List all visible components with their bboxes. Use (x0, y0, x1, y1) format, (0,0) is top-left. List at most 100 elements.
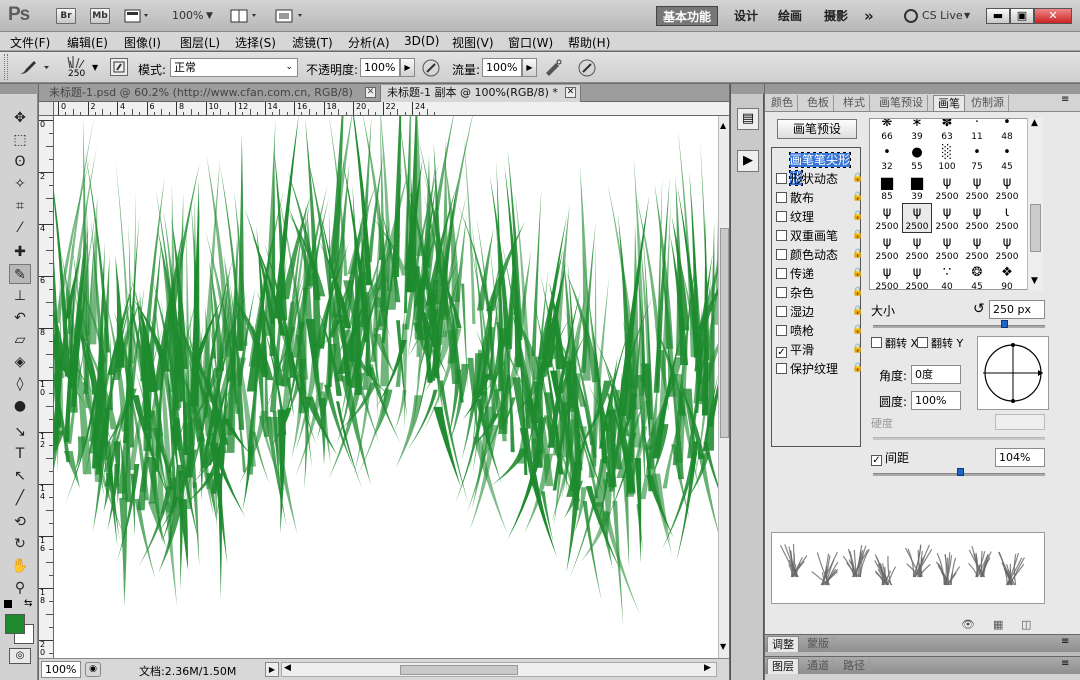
brush-option-2[interactable]: 散布 🔒 (776, 189, 863, 207)
tab-color[interactable]: 颜色 (767, 95, 798, 111)
crop-tool-icon[interactable]: ⌗ (9, 196, 31, 216)
brush-tip-preset[interactable]: ψ 2500 (902, 233, 932, 263)
grip-handle[interactable] (4, 54, 8, 80)
lock-icon[interactable]: 🔒 (852, 249, 863, 260)
pressure-size-button[interactable] (576, 57, 598, 79)
brush-option-11[interactable]: 保护纹理 🔒 (776, 360, 863, 378)
scroll-down-icon[interactable]: ▼ (720, 642, 726, 651)
option-checkbox[interactable] (776, 306, 787, 317)
brush-grid-scrollbar[interactable]: ▲ ▼ (1027, 118, 1043, 290)
foreground-color-swatch[interactable] (5, 614, 25, 634)
tab-channels[interactable]: 通道 (803, 658, 834, 674)
workspace-painting[interactable]: 绘画 (772, 6, 808, 26)
clone-stamp-tool-icon[interactable]: ⊥ (9, 286, 31, 306)
ruler-origin[interactable] (39, 102, 54, 116)
tab-swatches[interactable]: 色板 (803, 95, 834, 111)
lock-icon[interactable]: 🔒 (852, 363, 863, 374)
brush-tip-preset[interactable]: ψ 2500 (932, 233, 962, 263)
history-panel-icon[interactable]: ▤ (737, 108, 759, 130)
brush-tip-preset[interactable]: • 48 (992, 119, 1022, 143)
tab-adjustments[interactable]: 调整 (767, 636, 799, 652)
scroll-down-icon[interactable]: ▼ (1031, 276, 1038, 286)
option-checkbox[interactable] (776, 287, 787, 298)
toggle-brush-panel-button[interactable] (110, 58, 128, 76)
minimize-button[interactable]: ▬ (986, 8, 1010, 24)
brush-tip-preset[interactable]: ψ 2500 (992, 233, 1022, 263)
tab-masks[interactable]: 蒙版 (803, 636, 834, 652)
airbrush-button[interactable] (542, 57, 564, 79)
hardness-slider[interactable] (873, 437, 1045, 440)
status-zoom-input[interactable]: 100% (41, 661, 81, 678)
brush-option-8[interactable]: 湿边 🔒 (776, 303, 863, 321)
option-checkbox[interactable] (776, 192, 787, 203)
brush-tip-preset[interactable]: ∗ 39 (902, 119, 932, 143)
flow-input[interactable]: 100% (482, 58, 522, 77)
history-brush-tool-icon[interactable]: ↶ (9, 308, 31, 328)
tab-brush-presets[interactable]: 画笔预设 (875, 95, 928, 111)
blur-tool-icon[interactable]: ◊ (9, 374, 31, 394)
pressure-opacity-button[interactable] (420, 57, 442, 79)
lock-icon[interactable]: 🔒 (852, 287, 863, 298)
hand-tool-icon[interactable]: ✋ (9, 556, 31, 576)
menu-image[interactable]: 图像(I) (124, 34, 161, 51)
lock-icon[interactable]: 🔒 (852, 173, 863, 184)
brush-tip-preset[interactable]: • 32 (872, 143, 902, 173)
brush-option-4[interactable]: 双重画笔 🔒 (776, 227, 863, 245)
opacity-input[interactable]: 100% (360, 58, 400, 77)
brush-option-9[interactable]: 喷枪 🔒 (776, 322, 863, 340)
default-colors-icon[interactable] (4, 600, 12, 608)
3d-orbit-tool-icon[interactable]: ↻ (9, 534, 31, 554)
eye-icon[interactable]: 👁 (961, 618, 975, 631)
size-slider-thumb[interactable] (1001, 320, 1008, 328)
dodge-tool-icon[interactable]: ● (9, 396, 31, 416)
healing-brush-tool-icon[interactable]: ✚ (9, 242, 31, 262)
horizontal-ruler[interactable]: 0 2 4 6 8 10 12 14 16 18 20 22 24 (54, 102, 729, 116)
menu-file[interactable]: 文件(F) (10, 34, 50, 51)
brush-tool-icon[interactable]: ✎ (9, 264, 31, 284)
tools-panel-header[interactable] (0, 84, 38, 94)
brush-option-0[interactable]: 画笔笔尖形状 (776, 151, 860, 186)
tab-styles[interactable]: 样式 (839, 95, 870, 111)
3d-rotate-tool-icon[interactable]: ⟲ (9, 512, 31, 532)
brush-tip-preset[interactable]: • 75 (962, 143, 992, 173)
canvas[interactable] (54, 116, 718, 658)
scroll-right-icon[interactable]: ▶ (704, 663, 711, 673)
brush-tip-preset[interactable]: ψ 2500 (932, 203, 962, 233)
grid-icon[interactable]: ▦ (993, 618, 1003, 631)
tab-document-2[interactable]: 未标题-1 副本 @ 100%(RGB/8) * ✕ (381, 85, 581, 102)
brush-tip-preset[interactable]: ψ 2500 (902, 263, 932, 289)
swap-colors-icon[interactable]: ⇆ (24, 598, 32, 609)
brush-tip-preset[interactable]: ψ 2500 (902, 203, 932, 233)
menu-analysis[interactable]: 分析(A) (348, 34, 390, 51)
brush-tip-preset[interactable]: ✽ 63 (932, 119, 962, 143)
brush-tip-preset[interactable]: ■ 39 (902, 173, 932, 203)
quick-mask-icon[interactable]: ◎ (9, 648, 31, 664)
option-checkbox[interactable] (776, 268, 787, 279)
brush-tip-preset[interactable]: ψ 2500 (962, 233, 992, 263)
menu-edit[interactable]: 编辑(E) (67, 34, 108, 51)
status-menu-button[interactable]: ▶ (265, 662, 279, 677)
tab-brush[interactable]: 画笔 (933, 95, 965, 111)
brush-option-7[interactable]: 杂色 🔒 (776, 284, 863, 302)
menu-layer[interactable]: 图层(L) (180, 34, 220, 51)
option-checkbox[interactable] (776, 173, 787, 184)
vertical-ruler[interactable]: 0 2 4 6 8 1 0 1 2 1 4 1 6 1 8 2 0 (39, 116, 54, 680)
zoom-level[interactable]: 100% (172, 9, 203, 22)
brush-option-10[interactable]: ✓ 平滑 🔒 (776, 341, 863, 359)
brush-tip-preset[interactable]: · 11 (962, 119, 992, 143)
workspace-photography[interactable]: 摄影 (818, 6, 854, 26)
scroll-up-icon[interactable]: ▲ (1031, 118, 1038, 128)
menu-3d[interactable]: 3D(D) (404, 34, 439, 48)
mini-bridge-button[interactable]: Mb (90, 8, 110, 24)
option-checkbox[interactable] (776, 230, 787, 241)
actions-panel-icon[interactable]: ▶ (737, 150, 759, 172)
more-workspaces-button[interactable]: » (858, 6, 880, 26)
eyedropper-tool-icon[interactable]: ⁄ (9, 218, 31, 238)
arrange-documents-button[interactable] (230, 8, 260, 24)
brush-picker[interactable]: 250 ▼ (62, 55, 100, 81)
flip-y-checkbox[interactable]: 翻转 Y (917, 335, 963, 351)
lock-icon[interactable]: 🔒 (852, 192, 863, 203)
vertical-scrollbar[interactable]: ▲ ▼ (718, 116, 729, 658)
lasso-tool-icon[interactable]: ʘ (9, 152, 31, 172)
pen-tool-icon[interactable]: ↘ (9, 422, 31, 442)
